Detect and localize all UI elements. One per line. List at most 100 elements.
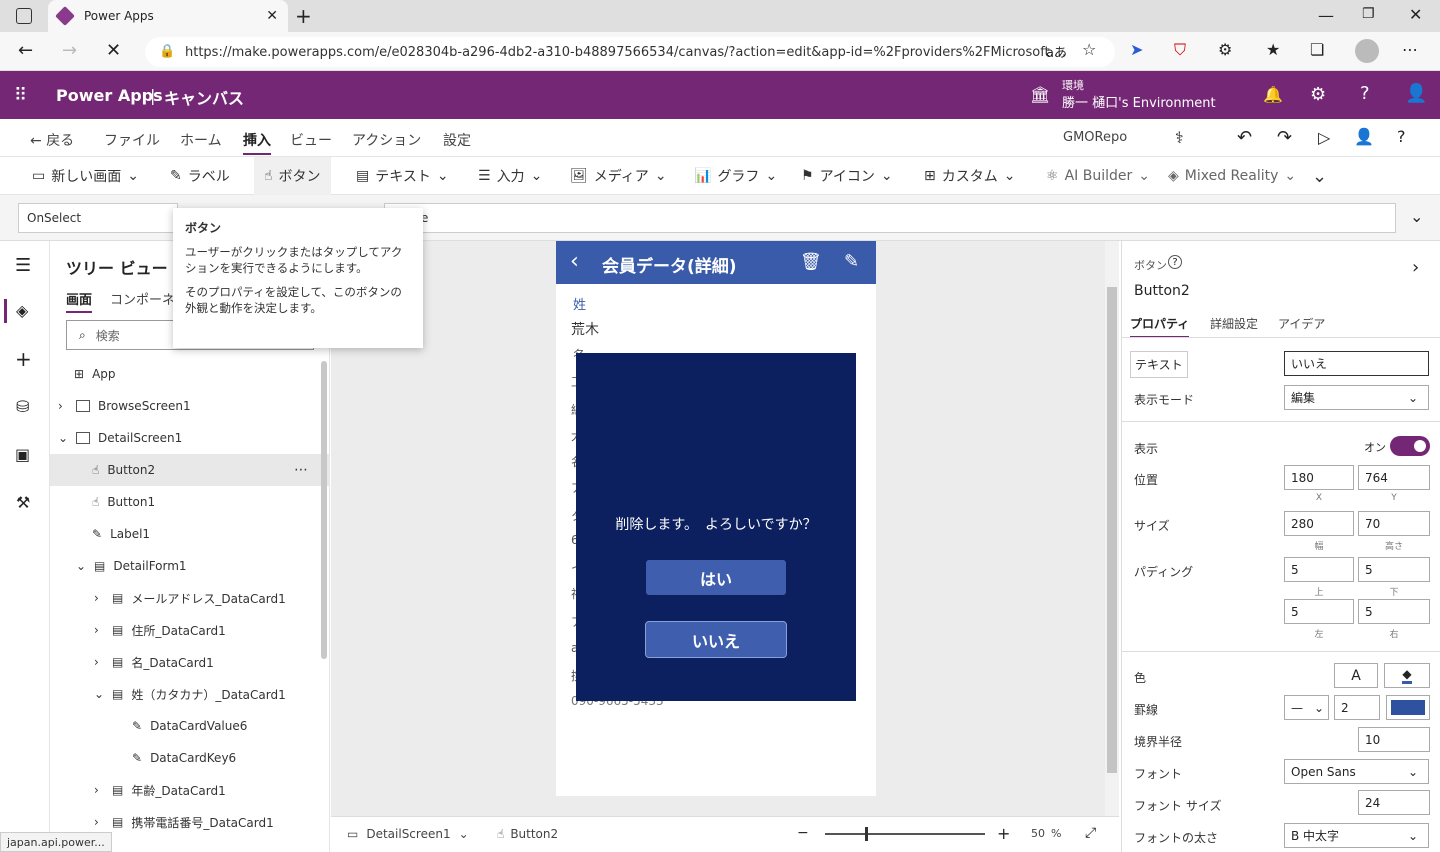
- border-color-button[interactable]: [1386, 695, 1430, 720]
- expand-formula-icon[interactable]: ⌄: [1410, 207, 1423, 226]
- ribbon-expand-icon[interactable]: ⌄: [1312, 157, 1327, 195]
- environment-name[interactable]: 勝一 樋口's Environment: [1062, 92, 1216, 111]
- extensions-icon[interactable]: ⚙: [1218, 40, 1232, 59]
- data-icon[interactable]: ⛁: [16, 397, 29, 416]
- tree-scrollbar[interactable]: [321, 361, 327, 659]
- favorite-add-icon[interactable]: ☆: [1082, 40, 1096, 59]
- trash-icon[interactable]: 🗑: [800, 252, 822, 272]
- border-width-input[interactable]: 2: [1334, 695, 1380, 720]
- back-button[interactable]: ← 戻る: [30, 130, 74, 150]
- bell-icon[interactable]: 🔔: [1263, 85, 1283, 104]
- chart-button[interactable]: 📊 グラフ ⌄: [694, 157, 777, 195]
- menu-home[interactable]: ホーム: [180, 130, 222, 150]
- menu-settings[interactable]: 設定: [443, 130, 471, 150]
- layers-icon[interactable]: ◈: [16, 301, 28, 320]
- settings-gear-icon[interactable]: ⚙: [1310, 84, 1326, 105]
- fit-screen-icon[interactable]: ⤢: [1085, 825, 1096, 841]
- read-aloud-icon[interactable]: aあ: [1046, 42, 1067, 61]
- radius-input[interactable]: 10: [1358, 727, 1430, 752]
- control-breadcrumb[interactable]: ☝ Button2: [497, 827, 558, 841]
- mixed-reality-button[interactable]: ◈ Mixed Reality ⌄: [1168, 157, 1296, 195]
- border-style-dropdown[interactable]: — ⌄: [1284, 695, 1329, 720]
- menu-insert[interactable]: 挿入: [243, 130, 271, 155]
- tree-node-detailscreen1[interactable]: ⌄ DetailScreen1: [50, 422, 320, 454]
- tree-node-detailform1[interactable]: ⌄ ▤ DetailForm1: [50, 550, 320, 582]
- collections-icon[interactable]: ❏: [1310, 40, 1324, 59]
- no-button[interactable]: いいえ: [645, 621, 787, 658]
- tab-advanced[interactable]: 詳細設定: [1210, 315, 1258, 332]
- browser-tab[interactable]: Power Apps ✕: [48, 0, 288, 32]
- redo-icon[interactable]: ↷: [1277, 127, 1292, 148]
- fill-color-button[interactable]: ◆: [1384, 663, 1430, 688]
- tree-node-datacard[interactable]: ⌄ ▤ 姓（カタカナ）_DataCard1: [50, 678, 320, 710]
- zoom-slider[interactable]: [825, 833, 985, 835]
- panel-chevron-right-icon[interactable]: ›: [1412, 257, 1419, 278]
- extension-arrow-icon[interactable]: ➤: [1130, 40, 1143, 59]
- forward-icon[interactable]: →: [62, 40, 77, 61]
- minimize-icon[interactable]: —: [1318, 6, 1334, 25]
- tree-node-datacardvalue6[interactable]: ✎ DataCardValue6: [50, 710, 320, 742]
- help-question-icon[interactable]: ?: [1397, 127, 1406, 146]
- icon-button[interactable]: ⚑ アイコン ⌄: [801, 157, 893, 195]
- app-screen[interactable]: ‹ 会員データ(詳細) 🗑 ✎ 姓 荒木 名 工 続 大 名 ア タ 6 イ 神…: [556, 241, 876, 796]
- tree-node-button1[interactable]: ☝ Button1: [50, 486, 320, 518]
- height-input[interactable]: 70: [1358, 511, 1430, 536]
- restore-icon[interactable]: ❐: [1362, 6, 1375, 22]
- custom-button[interactable]: ⊞ カスタム ⌄: [924, 157, 1015, 195]
- favorites-icon[interactable]: ★: [1266, 40, 1280, 59]
- tab-ideas[interactable]: アイデア: [1278, 315, 1325, 332]
- text-property-input[interactable]: いいえ: [1284, 351, 1429, 376]
- padding-top-input[interactable]: 5: [1284, 557, 1354, 582]
- app-checker-icon[interactable]: ⚕: [1175, 128, 1184, 147]
- property-dropdown[interactable]: OnSelect: [18, 203, 178, 233]
- tree-node-button2[interactable]: ☝ Button2 ⋯: [50, 454, 330, 486]
- media-rail-icon[interactable]: ▣: [15, 445, 30, 464]
- back-icon[interactable]: ←: [18, 40, 33, 61]
- tree-node-app[interactable]: ⊞ App: [50, 358, 320, 390]
- display-mode-dropdown[interactable]: 編集 ⌄: [1284, 385, 1429, 410]
- yes-button[interactable]: はい: [646, 560, 786, 595]
- profile-avatar[interactable]: [1355, 39, 1379, 63]
- new-tab-icon[interactable]: +: [295, 4, 312, 28]
- media-button[interactable]: 🖼 メディア ⌄: [570, 157, 667, 195]
- tree-node-datacard[interactable]: › ▤ 名_DataCard1: [50, 646, 320, 678]
- help-icon[interactable]: ?: [1360, 83, 1370, 104]
- canvas-scrollbar[interactable]: [1107, 287, 1117, 773]
- width-input[interactable]: 280: [1284, 511, 1354, 536]
- padding-right-input[interactable]: 5: [1358, 599, 1430, 624]
- zoom-slider-thumb[interactable]: [865, 827, 868, 841]
- text-color-button[interactable]: A: [1334, 663, 1378, 688]
- address-bar[interactable]: 🔒 https://make.powerapps.com/e/e028304b-…: [145, 37, 1115, 67]
- edit-pencil-icon[interactable]: ✎: [844, 251, 859, 272]
- font-dropdown[interactable]: Open Sans ⌄: [1284, 759, 1429, 784]
- zoom-out-icon[interactable]: −: [797, 825, 809, 841]
- play-icon[interactable]: ▷: [1318, 128, 1330, 147]
- formula-input[interactable]: e: [384, 203, 1396, 233]
- repo-name[interactable]: GMORepo: [1063, 130, 1127, 145]
- node-more-icon[interactable]: ⋯: [294, 462, 308, 478]
- tools-icon[interactable]: ⚒: [16, 493, 30, 512]
- text-button[interactable]: ▤ テキスト ⌄: [356, 157, 449, 195]
- tab-components[interactable]: コンポーネ: [110, 289, 175, 308]
- tab-properties[interactable]: プロパティ: [1130, 315, 1190, 338]
- button-control-button[interactable]: ☝ ボタン: [254, 157, 331, 195]
- tree-node-datacard[interactable]: › ▤ 住所_DataCard1: [50, 614, 320, 646]
- control-name[interactable]: Button2: [1134, 283, 1190, 299]
- tab-actions-icon[interactable]: [16, 8, 32, 24]
- padding-left-input[interactable]: 5: [1284, 599, 1354, 624]
- tree-node-datacard[interactable]: › ▤ 年齢_DataCard1: [50, 774, 320, 806]
- visible-toggle[interactable]: [1390, 436, 1430, 456]
- tab-screens[interactable]: 画面: [66, 289, 93, 313]
- back-arrow-icon[interactable]: ‹: [570, 249, 579, 274]
- ai-builder-button[interactable]: ⚛ AI Builder ⌄: [1046, 157, 1150, 195]
- y-input[interactable]: 764: [1358, 465, 1430, 490]
- menu-view[interactable]: ビュー: [290, 130, 332, 150]
- padding-bottom-input[interactable]: 5: [1358, 557, 1430, 582]
- user-icon[interactable]: 👤: [1405, 83, 1427, 104]
- help-circle-icon[interactable]: ?: [1168, 255, 1182, 269]
- menu-action[interactable]: アクション: [352, 130, 421, 150]
- label-button[interactable]: ✎ ラベル: [170, 157, 230, 195]
- close-window-icon[interactable]: ✕: [1409, 5, 1422, 24]
- share-user-icon[interactable]: 👤: [1354, 127, 1374, 146]
- input-button[interactable]: ☰ 入力 ⌄: [478, 157, 542, 195]
